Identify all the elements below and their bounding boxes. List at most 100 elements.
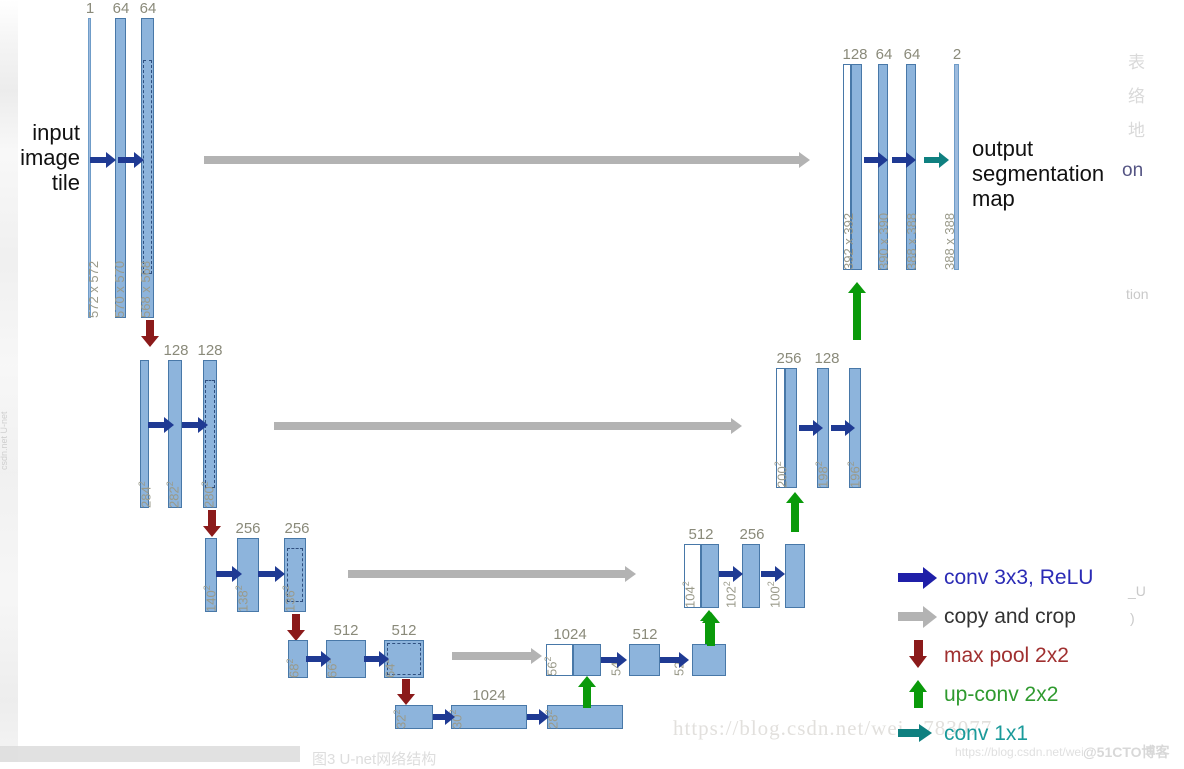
output-label-line1: output <box>972 136 1034 161</box>
input-label-line3: tile <box>51 170 80 195</box>
legend-label-copy-crop: copy and crop <box>944 605 1076 628</box>
conv-arrow-l4-1 <box>306 651 332 667</box>
conv-arrow-l4-dec-2 <box>660 652 692 668</box>
dim-label-200: 2002 <box>773 461 790 488</box>
dim-label-32: 322 <box>392 709 409 729</box>
dim-label-282: 2822 <box>165 481 182 508</box>
dim-label-104: 1042 <box>681 581 698 608</box>
dim-label-388a: 388 x 388 <box>904 212 919 270</box>
channel-label-l3-d1: 512 <box>688 526 714 543</box>
dim-label-68: 682 <box>285 658 302 678</box>
maxpool-arrow-l3 <box>287 614 305 641</box>
output-map-label: output segmentation map <box>972 136 1104 211</box>
channel-label-l2-b: 128 <box>197 342 223 359</box>
legend-item-copy-crop: copy and crop <box>898 601 1168 640</box>
channel-label-l4-a: 512 <box>333 622 359 639</box>
channel-label-l4-b: 512 <box>391 622 417 639</box>
bg-cn-2: 络 <box>1128 87 1147 106</box>
conv-arrow-l4-dec-1 <box>601 652 629 668</box>
channel-label-l1-d1: 128 <box>842 46 868 63</box>
channel-label-l2-a: 128 <box>163 342 189 359</box>
upconv-arrow-to-l4-from-bottleneck <box>578 676 596 708</box>
dim-label-102: 1022 <box>722 581 739 608</box>
right-arrow-teal-icon <box>898 718 940 748</box>
bottom-gray-bar <box>0 746 300 762</box>
conv-arrow-l1-1 <box>90 152 116 168</box>
channel-label-l3-a: 256 <box>235 520 261 537</box>
page-edge-strip <box>0 0 18 762</box>
dim-label-390: 390 x 390 <box>876 212 891 270</box>
copy-crop-arrow-l3 <box>348 566 638 582</box>
channel-label-l1-d2: 64 <box>875 46 893 63</box>
legend-item-conv1x1: conv 1x1 <box>898 718 1168 757</box>
legend: conv 3x3, ReLU copy and crop max pool 2x… <box>898 562 1168 757</box>
right-arrow-navy-icon <box>898 562 940 592</box>
channel-label-l1-c: 64 <box>139 0 157 17</box>
conv-arrow-l2-dec-1 <box>799 420 825 436</box>
output-label-line2: segmentation <box>972 161 1105 186</box>
channel-label-l1-d3: 64 <box>903 46 921 63</box>
legend-item-upconv: up-conv 2x2 <box>898 679 1168 718</box>
dim-label-196: 1962 <box>846 461 863 488</box>
legend-label-upconv: up-conv 2x2 <box>944 683 1059 706</box>
channel-label-l1-a: 1 <box>85 0 95 17</box>
conv-arrow-l3-dec-2 <box>761 566 787 582</box>
bg-strip-text: csdn.net U-net <box>0 411 9 470</box>
up-arrow-green-icon <box>898 679 940 709</box>
conv-arrow-l3-1 <box>216 566 242 582</box>
copy-crop-arrow-l1 <box>204 152 812 168</box>
dim-label-284: 2842 <box>137 481 154 508</box>
maxpool-arrow-l4 <box>397 679 415 705</box>
right-arrow-gray-icon <box>898 601 940 631</box>
maxpool-arrow-l2 <box>203 510 221 537</box>
dim-label-392: 392 x 392 <box>841 212 856 270</box>
dim-label-280: 2802 <box>200 481 217 508</box>
input-label-line1: input <box>32 120 80 145</box>
dim-label-140: 1402 <box>202 585 219 612</box>
legend-item-conv3x3: conv 3x3, ReLU <box>898 562 1168 601</box>
channel-label-l4-d1: 1024 <box>553 626 587 643</box>
input-tile-label: input image tile <box>0 120 88 195</box>
crop-region-l2 <box>205 380 215 488</box>
maxpool-arrow-l1 <box>141 320 159 347</box>
legend-label-maxpool: max pool 2x2 <box>944 644 1069 667</box>
conv-arrow-l2-2 <box>182 417 208 433</box>
channel-label-l1-d4: 2 <box>952 46 962 63</box>
dim-label-198: 1982 <box>814 461 831 488</box>
conv-arrow-l2-dec-2 <box>831 420 857 436</box>
conv-arrow-l2-1 <box>148 417 174 433</box>
figure-caption: 图3 U-net网络结构 <box>312 751 437 768</box>
conv-arrow-l1-2 <box>118 152 144 168</box>
conv1x1-arrow-output <box>924 152 954 168</box>
channel-label-l3-d2: 256 <box>739 526 765 543</box>
conv-arrow-l5-1 <box>433 709 455 725</box>
conv-arrow-l1-dec-2 <box>892 152 918 168</box>
channel-label-l2-d1: 256 <box>776 350 802 367</box>
unet-diagram-canvas: csdn.net U-net 表 络 地 on tion _U ) 图3 U-n… <box>0 0 1184 768</box>
bg-en-1: on <box>1122 160 1144 181</box>
block-l4-dec-conv2 <box>692 644 726 676</box>
copy-crop-arrow-l4 <box>452 648 544 664</box>
crop-region-l1 <box>143 60 152 274</box>
output-label-line3: map <box>972 186 1015 211</box>
conv-arrow-l5-2 <box>527 709 549 725</box>
block-l3-dec-up <box>701 544 719 608</box>
upconv-arrow-to-l2 <box>786 492 804 532</box>
block-l4-dec-conv1 <box>629 644 660 676</box>
legend-label-conv1x1: conv 1x1 <box>944 722 1029 745</box>
dim-label-136: 1362 <box>281 585 298 612</box>
dim-label-570: 570 x 570 <box>112 260 127 318</box>
channel-label-l1-b: 64 <box>112 0 130 17</box>
input-label-line2: image <box>20 145 80 170</box>
dim-label-388b: 388 x 388 <box>942 212 957 270</box>
dim-label-56: 562 <box>543 656 560 676</box>
bg-cn-3: 地 <box>1128 121 1147 140</box>
bg-cn-1: 表 <box>1128 53 1147 72</box>
dim-label-572: 572 x 572 <box>86 260 101 318</box>
upconv-arrow-to-l1 <box>848 282 866 340</box>
channel-label-l2-d2: 128 <box>814 350 840 367</box>
conv-arrow-l1-dec-1 <box>864 152 890 168</box>
upconv-arrow-to-l4 <box>702 612 720 646</box>
dim-label-138: 1382 <box>234 585 251 612</box>
down-arrow-red-icon <box>898 640 940 670</box>
